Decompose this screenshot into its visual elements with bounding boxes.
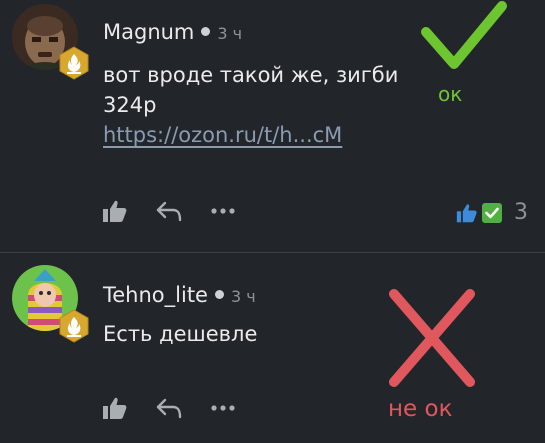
comment-link[interactable]: https://ozon.ru/t/h...cM (103, 120, 413, 150)
ok-label: ок (438, 82, 463, 106)
timestamp: 3 ч (230, 287, 256, 306)
flame-badge-icon (57, 309, 91, 343)
reactions-summary[interactable]: 3 (456, 200, 528, 225)
comment-message: вот вроде такой же, зигби 324р (103, 63, 399, 117)
check-mark-icon (482, 202, 502, 223)
comment-message: Есть дешевле (103, 322, 258, 346)
like-button[interactable] (101, 395, 129, 421)
more-dots-icon (211, 405, 235, 411)
red-cross-mark-icon (384, 286, 480, 390)
comment-header: Tehno_lite 3 ч (103, 283, 256, 307)
reply-arrow-icon (156, 398, 182, 419)
comment-text: вот вроде такой же, зигби 324р https://o… (103, 60, 413, 150)
comment-actions (101, 198, 237, 224)
author-name[interactable]: Magnum (103, 20, 194, 44)
not-ok-label: не ок (388, 396, 453, 422)
comment-header: Magnum 3 ч (103, 20, 242, 44)
thumbs-up-icon (103, 397, 127, 419)
comment-actions (101, 395, 237, 421)
flame-badge-icon (57, 46, 91, 80)
reply-arrow-icon (156, 201, 182, 222)
online-dot (214, 290, 224, 299)
blue-thumbs-up-icon (456, 202, 478, 224)
comment-text: Есть дешевле (103, 319, 413, 349)
more-button[interactable] (209, 198, 237, 224)
reply-button[interactable] (155, 198, 183, 224)
thumbs-up-icon (103, 200, 127, 222)
like-button[interactable] (101, 198, 129, 224)
reaction-count: 3 (514, 200, 528, 225)
more-button[interactable] (209, 395, 237, 421)
more-dots-icon (211, 208, 235, 214)
reply-button[interactable] (155, 395, 183, 421)
green-check-mark-icon (418, 0, 508, 80)
online-dot (201, 27, 211, 36)
timestamp: 3 ч (217, 24, 243, 43)
author-name[interactable]: Tehno_lite (103, 283, 208, 307)
